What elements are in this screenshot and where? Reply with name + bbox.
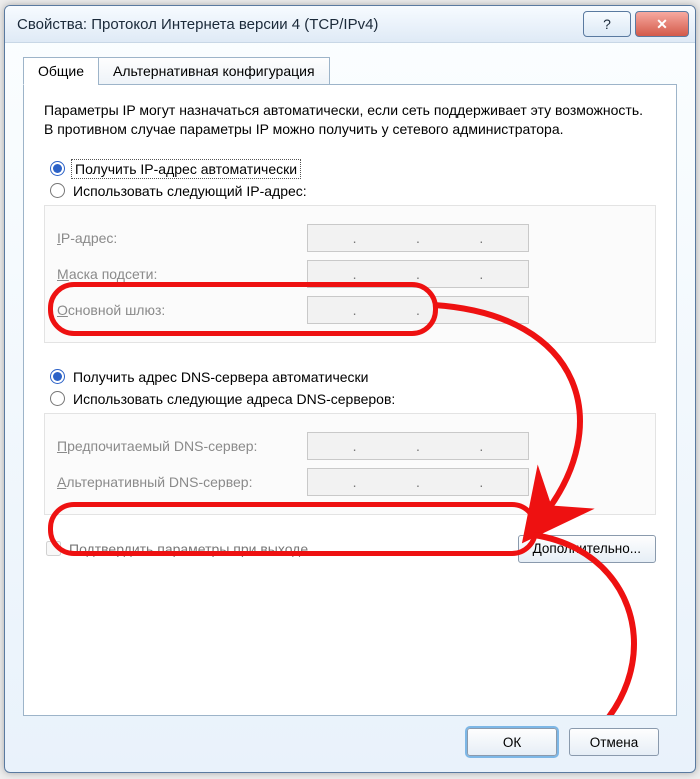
gateway-label: Основной шлюз: <box>57 302 307 318</box>
radio-dns-manual-row: Использовать следующие адреса DNS-сервер… <box>50 391 656 407</box>
radio-dns-manual-label[interactable]: Использовать следующие адреса DNS-сервер… <box>73 391 395 407</box>
radio-dns-manual[interactable] <box>50 391 65 406</box>
validate-row: Подтвердить параметры при выходе Дополни… <box>44 535 656 563</box>
radio-ip-manual-row: Использовать следующий IP-адрес: <box>50 183 656 199</box>
ip-fields: IP-адрес: ... Маска подсети: ... Основно… <box>44 205 656 343</box>
dns-fields: Предпочитаемый DNS-сервер: ... Альтернат… <box>44 413 656 515</box>
cancel-button[interactable]: Отмена <box>569 728 659 756</box>
gateway-input: ... <box>307 296 529 324</box>
ok-button[interactable]: ОК <box>467 728 557 756</box>
radio-ip-auto[interactable] <box>50 161 65 176</box>
radio-dns-auto[interactable] <box>50 369 65 384</box>
radio-ip-manual[interactable] <box>50 183 65 198</box>
ip-address-label: IP-адрес: <box>57 230 307 246</box>
dialog-footer: ОК Отмена <box>23 716 677 756</box>
validate-label: Подтвердить параметры при выходе <box>69 541 308 557</box>
radio-ip-auto-row: Получить IP-адрес автоматически <box>50 161 656 177</box>
dns-pref-input: ... <box>307 432 529 460</box>
validate-checkbox[interactable] <box>46 541 61 556</box>
titlebar: Свойства: Протокол Интернета версии 4 (T… <box>5 6 695 43</box>
tab-alternate[interactable]: Альтернативная конфигурация <box>98 57 329 85</box>
radio-dns-auto-row: Получить адрес DNS-сервера автоматически <box>50 369 656 385</box>
window-title: Свойства: Протокол Интернета версии 4 (T… <box>17 16 579 33</box>
advanced-button[interactable]: Дополнительно... <box>518 535 656 563</box>
help-button[interactable]: ? <box>583 11 631 37</box>
intro-text: Параметры IP могут назначаться автоматич… <box>44 101 656 139</box>
subnet-mask-input: ... <box>307 260 529 288</box>
radio-dns-auto-label[interactable]: Получить адрес DNS-сервера автоматически <box>73 369 368 385</box>
close-button[interactable]: ✕ <box>635 11 689 37</box>
dns-pref-label: Предпочитаемый DNS-сервер: <box>57 438 307 454</box>
tab-general[interactable]: Общие <box>23 57 99 85</box>
dns-alt-input: ... <box>307 468 529 496</box>
ip-address-input: ... <box>307 224 529 252</box>
radio-ip-auto-label[interactable]: Получить IP-адрес автоматически <box>73 161 299 177</box>
subnet-mask-label: Маска подсети: <box>57 266 307 282</box>
tab-strip: Общие Альтернативная конфигурация <box>23 57 677 85</box>
dns-alt-label: Альтернативный DNS-сервер: <box>57 474 307 490</box>
radio-ip-manual-label[interactable]: Использовать следующий IP-адрес: <box>73 183 307 199</box>
tab-panel-general: Параметры IP могут назначаться автоматич… <box>23 84 677 716</box>
dialog-window: Свойства: Протокол Интернета версии 4 (T… <box>4 5 696 773</box>
